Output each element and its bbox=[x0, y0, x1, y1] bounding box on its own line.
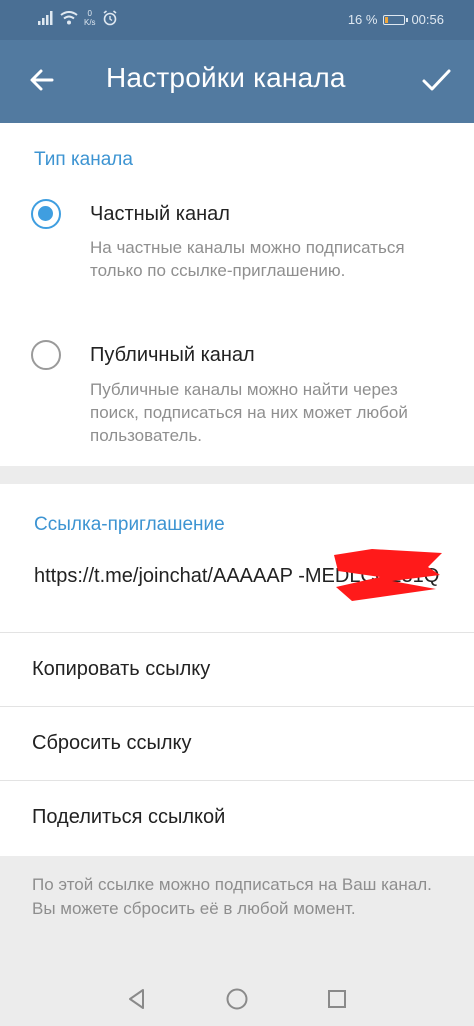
back-button[interactable] bbox=[22, 60, 62, 100]
network-speed-value: 0 bbox=[87, 9, 92, 18]
public-channel-label[interactable]: Публичный канал bbox=[90, 344, 255, 367]
public-channel-description: Публичные каналы можно найти через поиск… bbox=[90, 380, 408, 445]
app-bar: Настройки канала bbox=[0, 40, 474, 123]
reset-link-label: Сбросить ссылку bbox=[32, 732, 192, 754]
save-button[interactable] bbox=[416, 60, 456, 100]
battery-fill bbox=[385, 16, 389, 23]
private-channel-radio[interactable] bbox=[31, 199, 61, 229]
status-bar: 0 K/s 16 % 00:56 bbox=[0, 0, 474, 40]
page-title: Настройки канала bbox=[106, 62, 346, 93]
arrow-back-icon bbox=[30, 69, 54, 91]
channel-type-title: Тип канала bbox=[34, 149, 133, 170]
battery-percent: 16 % bbox=[347, 12, 378, 27]
network-speed-unit: K/s bbox=[84, 18, 96, 27]
signal-icon bbox=[38, 11, 53, 25]
redaction-scribble bbox=[334, 549, 442, 601]
clock: 00:56 bbox=[411, 12, 444, 27]
private-channel-label[interactable]: Частный канал bbox=[90, 203, 230, 226]
system-navigation-bar bbox=[0, 972, 474, 1026]
share-link-row[interactable]: Поделиться ссылкой bbox=[0, 781, 474, 855]
reset-link-row[interactable]: Сбросить ссылку bbox=[0, 707, 474, 781]
nav-recents-icon[interactable] bbox=[324, 986, 350, 1012]
nav-back-icon[interactable] bbox=[124, 986, 150, 1012]
alarm-icon bbox=[103, 10, 117, 26]
nav-home-icon[interactable] bbox=[224, 986, 250, 1012]
channel-type-section: Тип канала Частный канал На частные кана… bbox=[0, 123, 474, 466]
status-icons-left: 0 K/s bbox=[38, 9, 118, 27]
wifi-icon bbox=[60, 11, 78, 25]
public-channel-radio[interactable] bbox=[31, 340, 61, 370]
copy-link-label: Копировать ссылку bbox=[32, 658, 211, 680]
private-channel-description: На частные каналы можно подписаться толь… bbox=[90, 238, 405, 280]
invite-link-note: По этой ссылке можно подписаться на Ваш … bbox=[32, 875, 432, 918]
checkmark-icon bbox=[422, 69, 451, 91]
status-icons-right: 16 % 00:56 bbox=[348, 12, 444, 27]
invite-link-title: Ссылка-приглашение bbox=[34, 514, 225, 535]
network-speed: 0 K/s bbox=[84, 9, 96, 27]
copy-link-row[interactable]: Копировать ссылку bbox=[0, 633, 474, 707]
invite-link-section: Ссылка-приглашение https://t.me/joinchat… bbox=[0, 484, 474, 856]
battery-icon bbox=[383, 14, 409, 25]
share-link-label: Поделиться ссылкой bbox=[32, 806, 226, 828]
